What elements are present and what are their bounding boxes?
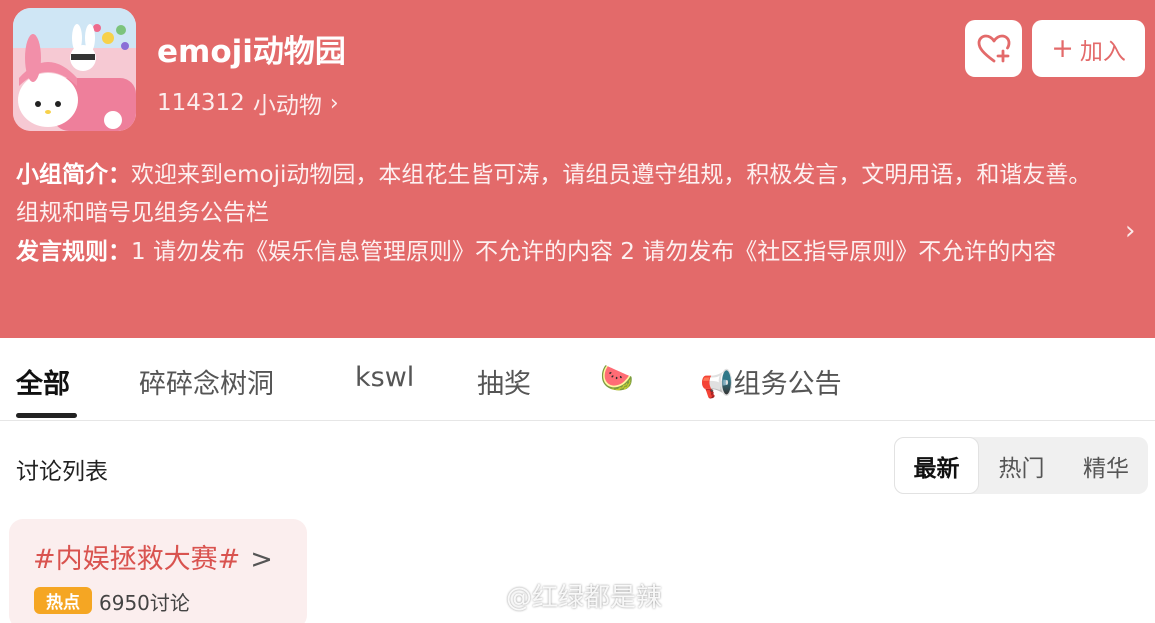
join-label: 加入 xyxy=(1079,38,1126,65)
topic-card[interactable]: #内娱拯救大赛# > 热点 6950讨论 xyxy=(9,519,307,623)
header-details-chevron-icon[interactable]: › xyxy=(1125,216,1135,246)
plus-icon: + xyxy=(1051,33,1074,64)
topic-title: #内娱拯救大赛# xyxy=(33,544,241,575)
group-name: emoji动物园 xyxy=(157,34,346,70)
sort-toggle: 最新 热门 精华 xyxy=(894,437,1148,494)
heart-plus-icon xyxy=(977,34,1010,62)
group-header: emoji动物园 114312 小动物 › + 加入 小组简介：欢迎来到emoj… xyxy=(0,0,1155,338)
chevron-right-icon: > xyxy=(250,544,273,575)
tab-lottery[interactable]: 抽奖 xyxy=(477,362,531,401)
discussion-list-title: 讨论列表 xyxy=(16,459,108,485)
chevron-right-icon: › xyxy=(329,90,339,116)
weibo-watermark: @红绿都是辣 xyxy=(460,577,662,614)
watermark-text: @红绿都是辣 xyxy=(506,583,663,613)
group-intro: 小组简介：欢迎来到emoji动物园，本组花生皆可涛，请组员遵守组规，积极发言，文… xyxy=(16,156,1108,232)
member-count: 114312 xyxy=(157,90,245,116)
posting-rules: 发言规则：1 请勿发布《娱乐信息管理原则》不允许的内容 2 请勿发布《社区指导原… xyxy=(16,233,1108,271)
join-button[interactable]: + 加入 xyxy=(1032,20,1145,77)
weibo-logo-icon xyxy=(460,585,497,610)
tab-watermelon[interactable]: 🍉 xyxy=(600,362,634,394)
tab-bar: 全部 碎碎念树洞 kswl 抽奖 🍉 📢组务公告 xyxy=(0,338,1155,421)
sort-featured[interactable]: 精华 xyxy=(1064,437,1148,494)
tab-announcements[interactable]: 📢组务公告 xyxy=(700,362,842,401)
my-melody-avatar-image xyxy=(13,8,136,131)
intro-label: 小组简介： xyxy=(16,162,131,188)
rules-label: 发言规则： xyxy=(16,239,131,265)
member-unit: 小动物 xyxy=(252,93,322,119)
tab-treehole[interactable]: 碎碎念树洞 xyxy=(139,362,274,401)
intro-text: 欢迎来到emoji动物园，本组花生皆可涛，请组员遵守组规，积极发言，文明用语，和… xyxy=(16,162,1092,226)
sort-latest[interactable]: 最新 xyxy=(894,437,979,494)
group-avatar[interactable] xyxy=(13,8,136,131)
topic-discussion-count: 6950讨论 xyxy=(99,591,190,615)
favorite-button[interactable] xyxy=(965,20,1022,77)
tab-kswl[interactable]: kswl xyxy=(355,362,414,393)
member-count-link[interactable]: 114312 小动物 › xyxy=(157,86,339,120)
sort-hot[interactable]: 热门 xyxy=(979,437,1064,494)
rules-text: 1 请勿发布《娱乐信息管理原则》不允许的内容 2 请勿发布《社区指导原则》不允许… xyxy=(131,239,1057,265)
tab-all[interactable]: 全部 xyxy=(16,362,70,401)
active-tab-indicator xyxy=(16,413,77,418)
hot-badge: 热点 xyxy=(34,587,92,614)
topic-title-row: #内娱拯救大赛# > xyxy=(33,537,273,576)
